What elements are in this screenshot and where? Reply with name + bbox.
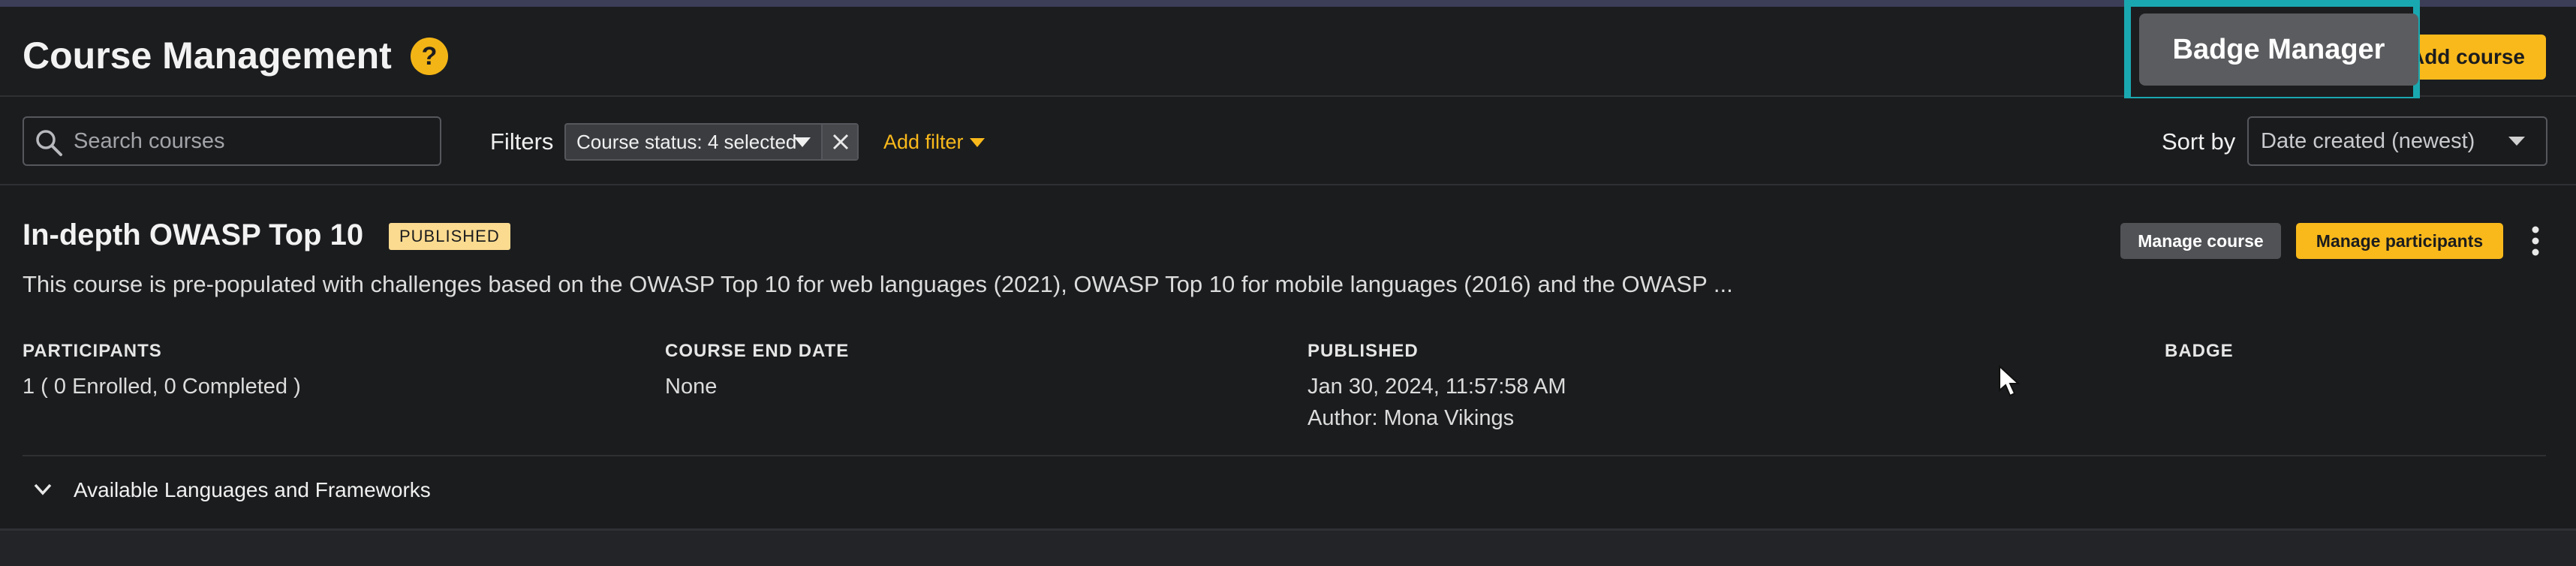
chip-label: Course status: 4 selected bbox=[576, 131, 797, 153]
search-input[interactable] bbox=[74, 118, 434, 164]
question-circle-icon[interactable]: ? bbox=[411, 38, 448, 75]
sort-select[interactable]: Date created (newest) bbox=[2247, 116, 2547, 166]
course-description: This course is pre-populated with challe… bbox=[23, 271, 1733, 297]
course-title: In-depth OWASP Top 10 bbox=[23, 218, 364, 251]
clear-filter-button[interactable] bbox=[821, 125, 857, 159]
course-end-date-label: COURSE END DATE bbox=[665, 341, 850, 361]
card-divider bbox=[23, 455, 2546, 456]
next-card-edge bbox=[0, 531, 2576, 566]
page-title: Course Management bbox=[23, 35, 392, 77]
course-status-filter-chip[interactable]: Course status: 4 selected bbox=[564, 123, 859, 161]
participants-label: PARTICIPANTS bbox=[23, 341, 162, 361]
sort-by-label: Sort by bbox=[2162, 128, 2236, 155]
search-icon bbox=[36, 130, 62, 156]
caret-down-icon[interactable] bbox=[970, 137, 985, 148]
caret-down-icon bbox=[2508, 137, 2525, 146]
more-vertical-icon[interactable] bbox=[2526, 224, 2544, 257]
manage-participants-button[interactable]: Manage participants bbox=[2296, 223, 2503, 259]
published-author: Author: Mona Vikings bbox=[1308, 406, 1515, 430]
chevron-down-icon[interactable] bbox=[33, 483, 53, 496]
close-icon bbox=[832, 134, 849, 150]
manage-course-button[interactable]: Manage course bbox=[2120, 223, 2281, 259]
languages-frameworks-expander[interactable]: Available Languages and Frameworks bbox=[74, 475, 431, 505]
course-end-date-value: None bbox=[665, 375, 718, 399]
course-card: In-depth OWASP Top 10 PUBLISHED Manage c… bbox=[0, 187, 2576, 531]
badge-label: BADGE bbox=[2165, 341, 2234, 361]
filters-label: Filters bbox=[490, 128, 554, 155]
mouse-pointer-icon bbox=[1999, 365, 2021, 397]
participants-value: 1 ( 0 Enrolled, 0 Completed ) bbox=[23, 375, 301, 399]
caret-down-icon[interactable] bbox=[794, 135, 811, 149]
sort-selected-value: Date created (newest) bbox=[2261, 129, 2475, 153]
search-box[interactable] bbox=[23, 116, 441, 166]
filter-bar: Filters Course status: 4 selected Add fi… bbox=[0, 98, 2576, 185]
add-filter-button[interactable]: Add filter bbox=[883, 127, 964, 157]
published-label: PUBLISHED bbox=[1308, 341, 1419, 361]
status-badge: PUBLISHED bbox=[389, 223, 510, 250]
published-date: Jan 30, 2024, 11:57:58 AM bbox=[1308, 375, 1566, 399]
badge-manager-button[interactable]: Badge Manager bbox=[2139, 14, 2418, 86]
